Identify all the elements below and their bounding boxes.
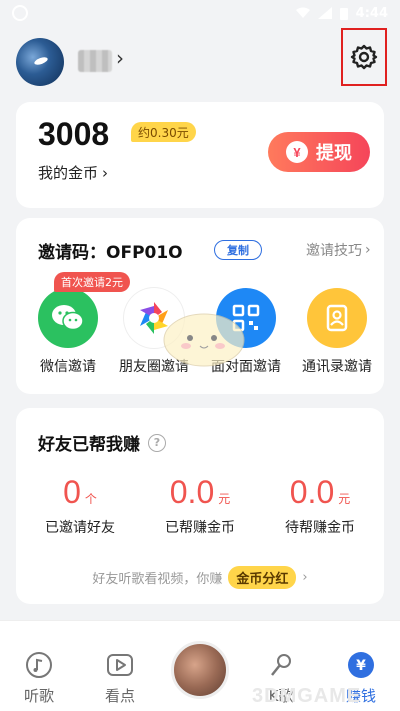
yen-icon: ¥ xyxy=(286,141,308,163)
play-icon xyxy=(106,651,134,679)
invite-tips-label: 邀请技巧 xyxy=(306,243,362,259)
stat-label: 已邀请好友 xyxy=(45,520,115,536)
my-coins-link[interactable]: 我的金币 › xyxy=(38,162,108,183)
stat-value: 0.0 xyxy=(289,474,335,510)
watermark: 3DMGAME xyxy=(252,685,362,707)
stat-value: 0 xyxy=(63,474,81,510)
stat-pending-coins: 0.0 元 待帮赚金币 xyxy=(260,474,380,537)
status-notification-icon xyxy=(12,5,28,21)
share-contacts[interactable]: 通讯录邀请 xyxy=(291,288,383,376)
chevron-right-icon: › xyxy=(302,570,308,585)
coin-dividend-link[interactable]: 好友听歌看视频，你赚 金币分红 › xyxy=(16,566,384,589)
coin-dividend-pill: 金币分红 xyxy=(228,566,297,589)
stat-unit: 个 xyxy=(84,492,97,506)
stat-label: 待帮赚金币 xyxy=(285,520,355,536)
stat-unit: 元 xyxy=(218,492,231,506)
status-time: 4:44 xyxy=(355,5,388,21)
coin-dividend-text: 好友听歌看视频，你赚 xyxy=(92,572,223,587)
my-coins-label: 我的金币 xyxy=(38,164,99,182)
help-icon[interactable]: ? xyxy=(148,433,166,452)
music-note-icon xyxy=(25,651,53,679)
stat-invited-friends: 0 个 已邀请好友 xyxy=(20,474,140,537)
share-wechat[interactable]: 微信邀请 xyxy=(22,288,114,376)
invite-tips-link[interactable]: 邀请技巧 › xyxy=(306,240,371,260)
wechat-icon xyxy=(38,288,98,348)
yen-icon: ¥ xyxy=(347,651,375,679)
nav-item-watch[interactable]: 看点 xyxy=(85,651,155,706)
withdraw-label: 提现 xyxy=(316,143,352,163)
gear-icon xyxy=(350,44,378,70)
now-playing-disc[interactable] xyxy=(171,641,229,699)
microphone-icon xyxy=(267,651,295,679)
share-contacts-label: 通讯录邀请 xyxy=(302,359,372,375)
settings-button[interactable] xyxy=(341,28,387,86)
nav-item-listen[interactable]: 听歌 xyxy=(4,651,74,706)
friends-earnings-title-text: 好友已帮我赚 xyxy=(38,435,140,455)
coin-amount: 3008 xyxy=(38,116,110,152)
friends-earnings-title: 好友已帮我赚 ? xyxy=(38,430,166,455)
status-bar: 4:44 xyxy=(0,0,400,26)
coin-card: 3008 约0.30元 我的金币 › ¥ 提现 xyxy=(16,102,384,208)
share-wechat-label: 微信邀请 xyxy=(40,359,96,375)
stat-unit: 元 xyxy=(338,492,351,506)
friends-earnings-card: 好友已帮我赚 ? 0 个 已邀请好友 0.0 元 已帮赚金币 0.0 元 待帮赚… xyxy=(16,408,384,604)
stat-earned-coins: 0.0 元 已帮赚金币 xyxy=(140,474,260,537)
signal-icon xyxy=(317,7,332,19)
invite-code-title: 邀请码：OFP01O xyxy=(38,243,183,263)
username-blurred[interactable] xyxy=(78,50,112,72)
withdraw-button[interactable]: ¥ 提现 xyxy=(268,132,370,172)
chevron-right-icon: › xyxy=(102,163,109,182)
contacts-icon xyxy=(307,288,367,348)
mascot-watermark-icon xyxy=(163,313,245,367)
coin-approx-badge: 约0.30元 xyxy=(131,122,196,142)
profile-header: › xyxy=(0,26,400,100)
svg-text:¥: ¥ xyxy=(356,658,366,674)
nav-label: 听歌 xyxy=(23,687,54,705)
battery-icon xyxy=(339,7,348,20)
copy-button[interactable]: 复制 xyxy=(214,240,262,260)
stat-value: 0.0 xyxy=(169,474,215,510)
avatar[interactable] xyxy=(16,38,64,86)
stat-label: 已帮赚金币 xyxy=(165,520,235,536)
chevron-right-icon[interactable]: › xyxy=(116,46,124,70)
chevron-right-icon: › xyxy=(365,242,371,258)
wifi-icon xyxy=(295,7,310,18)
nav-label: 看点 xyxy=(104,687,135,705)
first-invite-badge: 首次邀请2元 xyxy=(54,272,130,292)
